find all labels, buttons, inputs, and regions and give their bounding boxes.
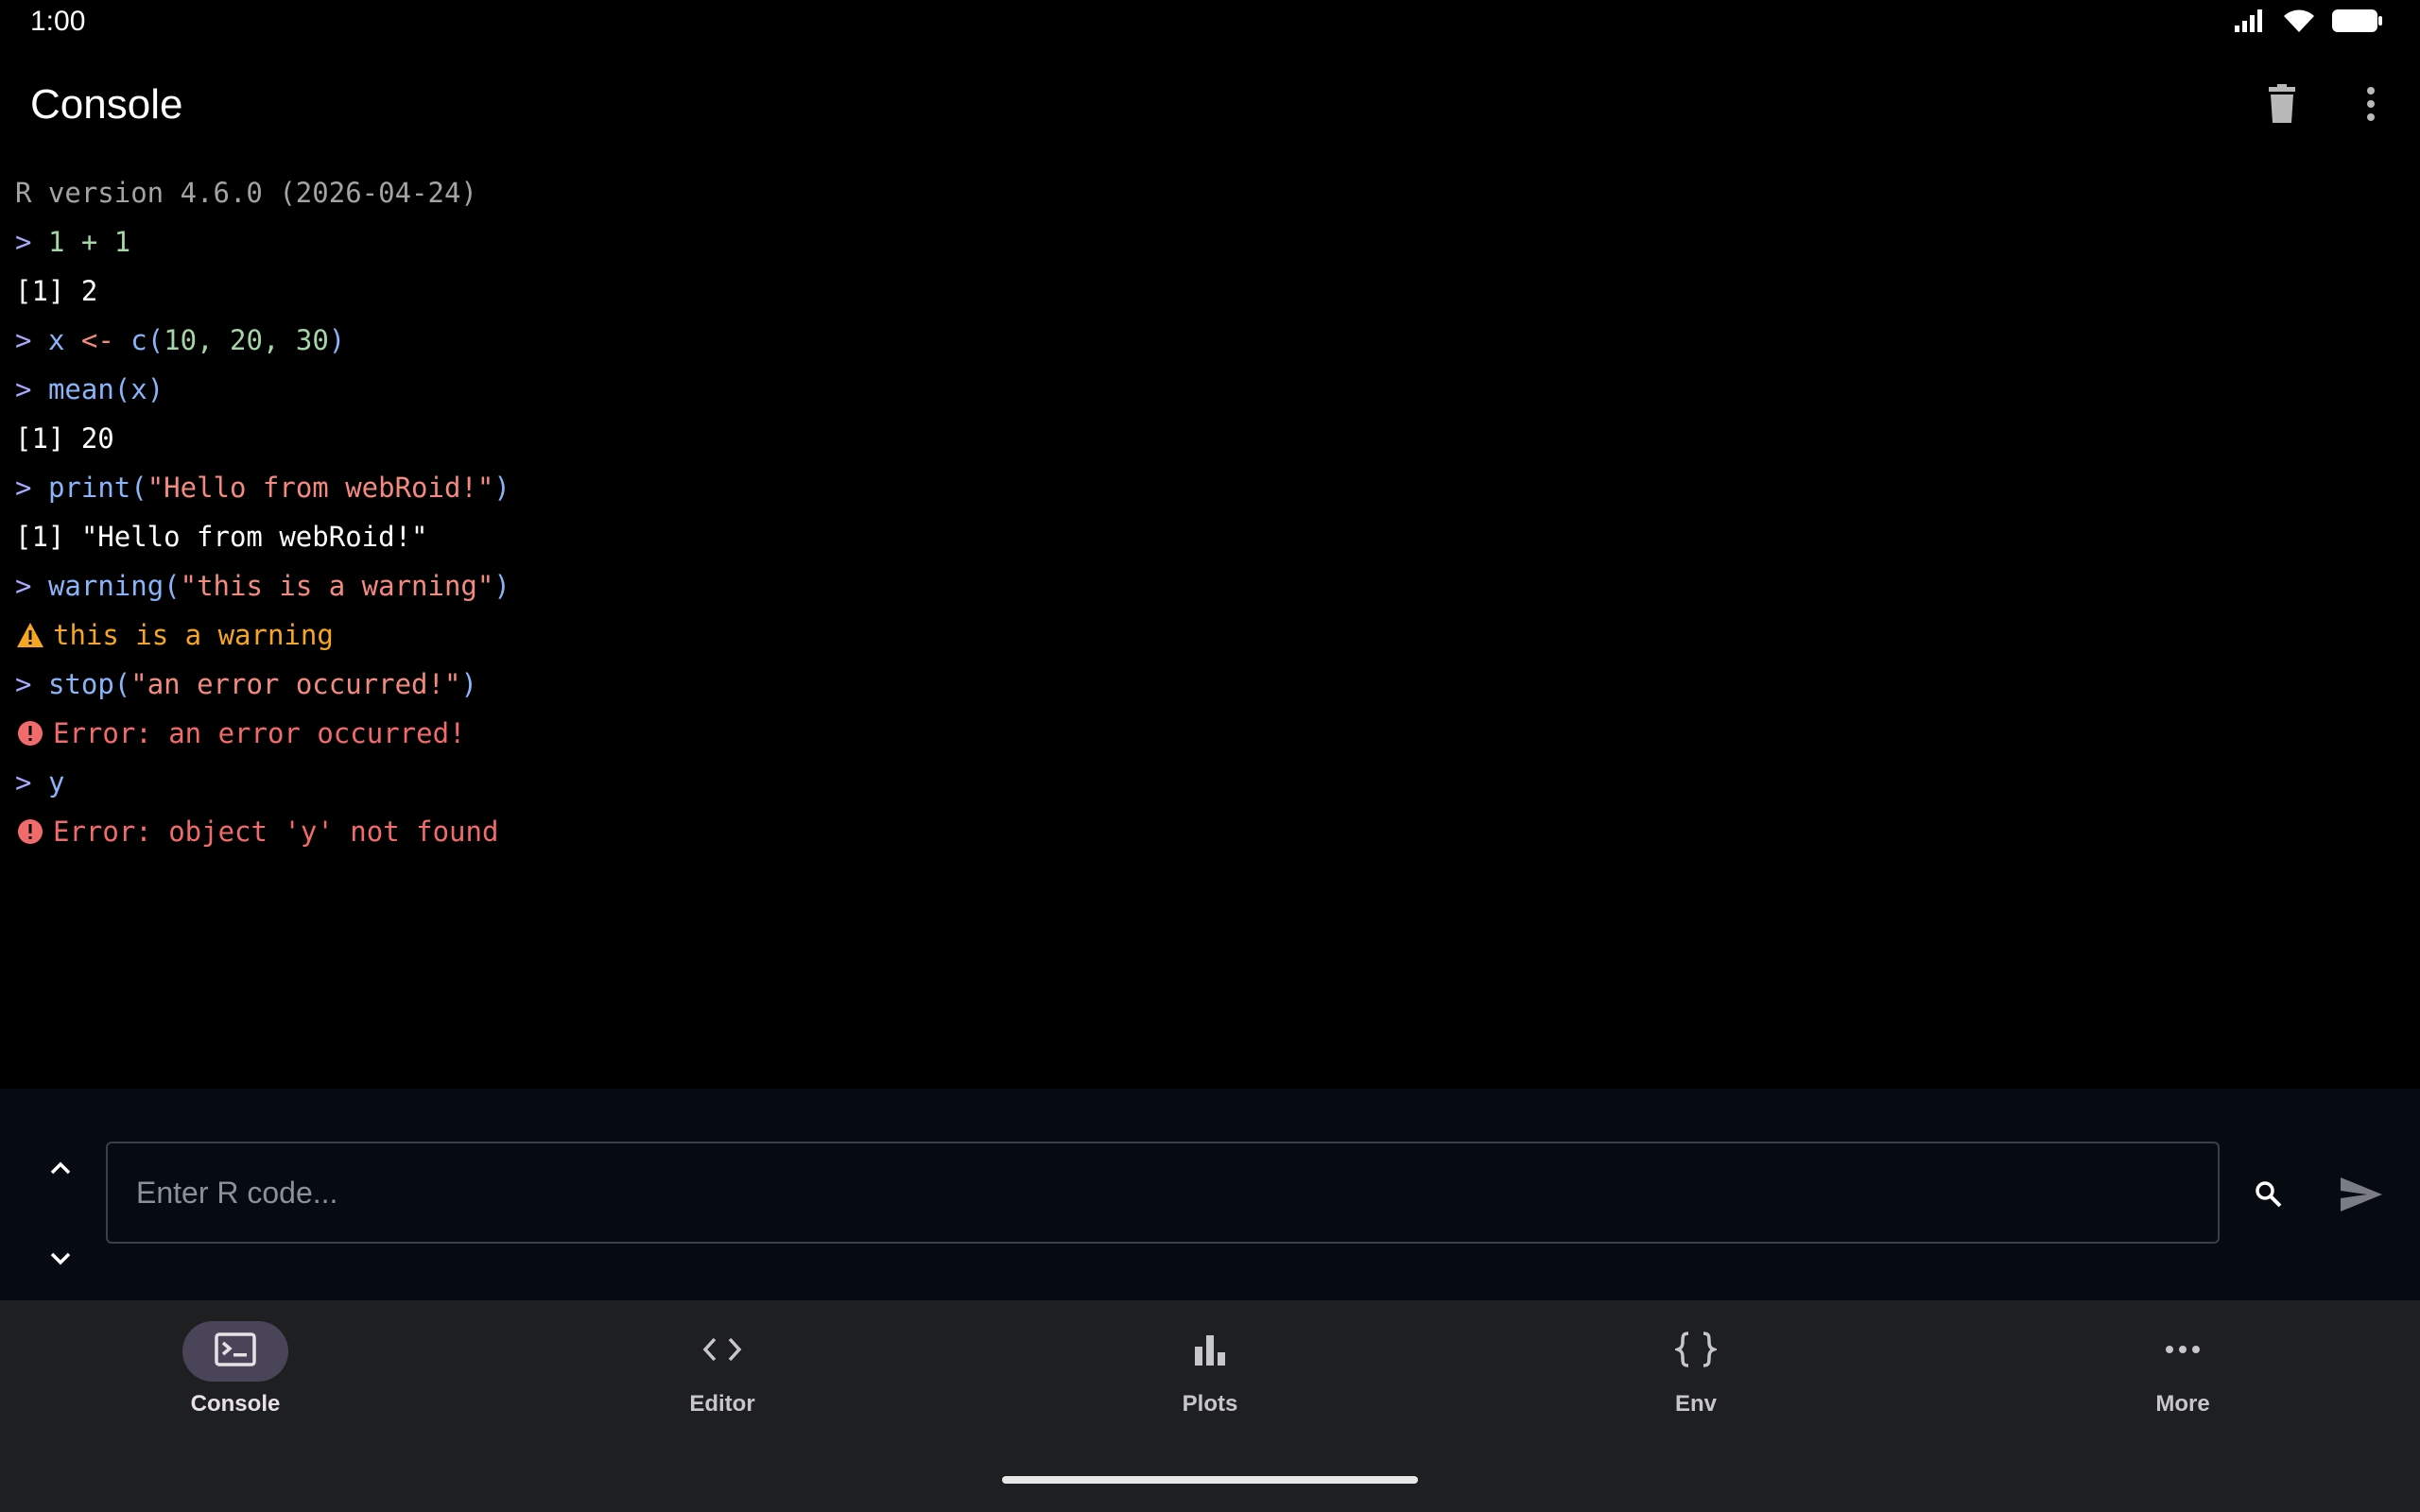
status-time: 1:00 [30, 6, 86, 37]
nav-icon-container [669, 1321, 775, 1382]
code-input-bar [0, 1089, 2420, 1300]
chevron-up-icon [49, 1160, 72, 1180]
nav-label-editor: Editor [689, 1391, 755, 1417]
nav-icon-container [1643, 1321, 1749, 1382]
prompt-symbol: > [15, 570, 32, 602]
console-input-line: > y [15, 758, 64, 807]
nav-label-console: Console [190, 1391, 281, 1417]
wifi-icon [2282, 8, 2316, 39]
nav-icon-container [2130, 1321, 2236, 1382]
top-app-bar: Console [0, 60, 2420, 151]
bottom-navigation: Console Editor Plots Env More [0, 1300, 2420, 1512]
console-output-line: [1] 20 [15, 422, 114, 455]
nav-item-more[interactable]: More [2069, 1321, 2296, 1435]
send-button[interactable] [2331, 1166, 2392, 1227]
status-bar: 1:00 [0, 0, 2420, 45]
version-line: R version 4.6.0 (2026-04-24) [15, 177, 477, 209]
number-token: 10, 20, 30 [164, 324, 329, 356]
paren-token: ) [460, 668, 477, 700]
app-bar-actions [2252, 76, 2401, 136]
more-vert-icon [2365, 85, 2377, 128]
function-token: stop( [47, 668, 131, 700]
nav-label-more: More [2155, 1391, 2210, 1417]
warning-text: this is a warning [53, 619, 334, 651]
error-text: Error: an error occurred! [53, 717, 466, 749]
string-token: "Hello from webRoid!" [147, 472, 494, 504]
nav-label-plots: Plots [1182, 1391, 1238, 1417]
command-text: 1 + 1 [47, 226, 131, 258]
send-icon [2339, 1176, 2384, 1218]
active-indicator [182, 1321, 288, 1382]
r-code-input[interactable] [106, 1142, 2220, 1244]
prompt-symbol: > [15, 668, 32, 700]
nav-item-env[interactable]: Env [1582, 1321, 1809, 1435]
prompt-symbol: > [15, 472, 32, 504]
page-title: Console [30, 81, 183, 128]
console-input-line: > warning("this is a warning") [15, 561, 510, 610]
overflow-menu-button[interactable] [2341, 76, 2401, 136]
command-text: mean(x) [47, 373, 164, 405]
terminal-icon [215, 1332, 256, 1371]
prompt-symbol: > [15, 373, 32, 405]
nav-icon-container [1157, 1321, 1263, 1382]
operator-token: <- [80, 324, 114, 356]
prompt-symbol: > [15, 324, 32, 356]
command-text: y [47, 766, 65, 799]
paren-token: ) [493, 472, 510, 504]
chevron-down-icon [49, 1251, 72, 1271]
console-input-line: > 1 + 1 [15, 217, 130, 266]
nav-item-console[interactable]: Console [122, 1321, 349, 1435]
paren-token: ) [493, 570, 510, 602]
status-icons [2233, 8, 2384, 39]
warning-icon [15, 620, 45, 650]
nav-item-plots[interactable]: Plots [1097, 1321, 1323, 1435]
home-indicator[interactable] [1002, 1476, 1418, 1484]
error-icon [15, 718, 45, 748]
console-input-line: > stop("an error occurred!") [15, 660, 477, 709]
nav-item-editor[interactable]: Editor [609, 1321, 836, 1435]
error-message: Error: an error occurred! [15, 709, 466, 758]
battery-icon [2331, 8, 2384, 39]
function-token: print( [47, 472, 147, 504]
variable-token: x [47, 324, 65, 356]
paren-token: ) [328, 324, 346, 356]
braces-icon [1672, 1331, 1720, 1373]
string-token: "an error occurred!" [130, 668, 461, 700]
function-token: warning( [47, 570, 181, 602]
console-output: R version 4.6.0 (2026-04-24) > 1 + 1 [1]… [0, 168, 2420, 1075]
warning-message: this is a warning [15, 610, 334, 660]
function-token: c( [130, 324, 164, 356]
more-horiz-icon [2164, 1343, 2202, 1360]
nav-label-env: Env [1674, 1391, 1717, 1417]
console-input-line: > print("Hello from webRoid!") [15, 463, 510, 512]
signal-icon [2233, 8, 2267, 39]
search-icon [2254, 1179, 2284, 1214]
error-text: Error: object 'y' not found [53, 816, 499, 848]
bar-chart-icon [1193, 1333, 1227, 1370]
console-input-line: > mean(x) [15, 365, 164, 414]
prompt-symbol: > [15, 766, 32, 799]
clear-console-button[interactable] [2252, 76, 2312, 136]
history-next-button[interactable] [38, 1238, 83, 1283]
error-icon [15, 816, 45, 847]
console-output-line: [1] "Hello from webRoid!" [15, 521, 428, 553]
trash-icon [2263, 83, 2301, 129]
console-input-line: > x <- c(10, 20, 30) [15, 316, 345, 365]
error-message: Error: object 'y' not found [15, 807, 498, 856]
code-icon [701, 1336, 743, 1367]
console-output-line: [1] 2 [15, 275, 98, 307]
string-token: "this is a warning" [180, 570, 494, 602]
search-button[interactable] [2242, 1170, 2295, 1223]
prompt-symbol: > [15, 226, 32, 258]
history-previous-button[interactable] [38, 1147, 83, 1193]
